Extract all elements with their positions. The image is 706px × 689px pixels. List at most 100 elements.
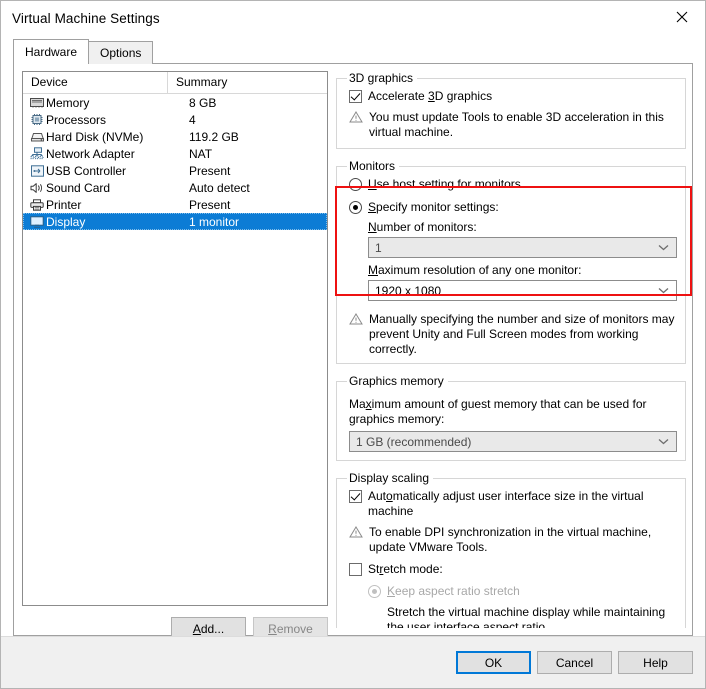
chevron-down-icon	[658, 238, 669, 257]
group-graphics-memory: Graphics memory Maximum amount of guest …	[336, 374, 686, 461]
group-monitors: Monitors Use host setting for monitors S…	[336, 159, 686, 364]
maximum-resolution-value: 1920 x 1080	[375, 283, 442, 298]
number-of-monitors-label: Number of monitors:	[368, 220, 477, 234]
graphics-memory-label: Maximum amount of guest memory that can …	[349, 397, 647, 426]
device-name: Processors	[46, 112, 107, 127]
device-summary: 119.2 GB	[189, 129, 239, 144]
monitors-warning: Manually specifying the number and size …	[349, 312, 677, 357]
warning-icon	[349, 525, 369, 555]
number-of-monitors-dropdown[interactable]: 1	[368, 237, 677, 258]
device-list[interactable]: Device Summary Memory 8 GB Processors 4 …	[22, 71, 328, 606]
chevron-down-icon	[658, 281, 669, 300]
auto-adjust-ui-size-label: Automatically adjust user interface size…	[368, 489, 644, 518]
device-row-usb-controller[interactable]: USB Controller Present	[23, 162, 327, 179]
group-display-scaling: Display scaling Automatically adjust use…	[336, 471, 686, 628]
device-summary: 4	[189, 112, 196, 127]
help-button-label: Help	[643, 655, 668, 670]
device-row-hard-disk[interactable]: Hard Disk (NVMe) 119.2 GB	[23, 128, 327, 145]
tab-options[interactable]: Options	[88, 41, 154, 64]
specify-monitor-settings-radio-row[interactable]: Specify monitor settings:	[349, 200, 677, 215]
device-row-sound-card[interactable]: Sound Card Auto detect	[23, 179, 327, 196]
3d-graphics-warning-text: You must update Tools to enable 3D accel…	[369, 110, 664, 139]
dialog-footer: OK Cancel Help	[1, 636, 705, 688]
stretch-mode-checkbox-row[interactable]: Stretch mode:	[349, 562, 677, 577]
keep-aspect-ratio-label: Keep aspect ratio stretch	[387, 584, 520, 598]
device-summary: Auto detect	[189, 180, 250, 195]
device-summary: NAT	[189, 146, 213, 161]
auto-adjust-ui-size-checkbox[interactable]	[349, 490, 362, 503]
auto-adjust-ui-size-checkbox-row[interactable]: Automatically adjust user interface size…	[349, 489, 677, 519]
device-list-header: Device Summary	[23, 72, 327, 94]
group-3d-graphics: 3D graphics Accelerate 3D graphics You m…	[336, 71, 686, 149]
cancel-button[interactable]: Cancel	[537, 651, 612, 674]
keep-aspect-ratio-radio-row[interactable]: Keep aspect ratio stretch	[368, 584, 677, 599]
group-3d-graphics-legend: 3D graphics	[349, 71, 414, 85]
close-icon[interactable]	[659, 1, 705, 32]
3d-graphics-warning: You must update Tools to enable 3D accel…	[349, 110, 677, 140]
device-row-network-adapter[interactable]: Network Adapter NAT	[23, 145, 327, 162]
graphics-memory-value: 1 GB (recommended)	[356, 434, 472, 449]
hard-disk-icon	[28, 131, 46, 142]
device-name: Hard Disk (NVMe)	[46, 129, 144, 144]
accelerate-3d-graphics-checkbox-row[interactable]: Accelerate 3D graphics	[349, 89, 677, 104]
ok-button[interactable]: OK	[456, 651, 531, 674]
device-name: Memory	[46, 95, 90, 110]
tab-hardware[interactable]: Hardware	[13, 39, 90, 64]
device-row-processors[interactable]: Processors 4	[23, 111, 327, 128]
device-row-printer[interactable]: Printer Present	[23, 196, 327, 213]
monitor-settings-fields: Number of monitors: 1 Maximum resolution…	[368, 220, 677, 301]
keep-aspect-ratio-description: Stretch the virtual machine display whil…	[387, 605, 666, 628]
number-of-monitors-value: 1	[375, 240, 382, 255]
network-adapter-icon	[28, 147, 46, 160]
display-settings-pane: 3D graphics Accelerate 3D graphics You m…	[336, 71, 686, 628]
accelerate-3d-graphics-label: Accelerate 3D graphics	[368, 89, 493, 103]
title-bar: Virtual Machine Settings	[1, 1, 705, 35]
tab-hardware-label: Hardware	[25, 45, 78, 59]
sound-card-icon	[28, 182, 46, 194]
group-display-scaling-legend: Display scaling	[349, 471, 430, 485]
add-button-label-rest: dd...	[200, 621, 225, 636]
column-header-device[interactable]: Device	[23, 72, 168, 93]
device-summary: Present	[189, 163, 231, 178]
printer-icon	[28, 198, 46, 211]
device-name: USB Controller	[46, 163, 127, 178]
memory-icon	[28, 97, 46, 108]
column-header-summary[interactable]: Summary	[168, 72, 327, 93]
help-button[interactable]: Help	[618, 651, 693, 674]
processor-icon	[28, 113, 46, 126]
keep-aspect-ratio-radio[interactable]	[368, 585, 381, 598]
warning-icon	[349, 110, 369, 140]
device-list-pane: Device Summary Memory 8 GB Processors 4 …	[22, 71, 328, 640]
device-name: Printer	[46, 197, 82, 212]
device-summary: 1 monitor	[189, 214, 240, 229]
window-title: Virtual Machine Settings	[12, 10, 160, 26]
use-host-setting-radio[interactable]	[349, 178, 362, 191]
ok-button-label: OK	[484, 655, 503, 670]
use-host-setting-radio-row[interactable]: Use host setting for monitors	[349, 177, 677, 192]
dialog-content: Hardware Options Device Summary Memory 8…	[1, 35, 705, 688]
use-host-setting-label: Use host setting for monitors	[368, 177, 521, 191]
virtual-machine-settings-window: Virtual Machine Settings Hardware Option…	[0, 0, 706, 689]
tab-strip: Hardware Options	[13, 39, 154, 64]
stretch-mode-checkbox[interactable]	[349, 563, 362, 576]
device-summary: 8 GB	[189, 95, 217, 110]
stretch-mode-label: Stretch mode:	[368, 562, 443, 576]
device-row-memory[interactable]: Memory 8 GB	[23, 94, 327, 111]
monitors-warning-text: Manually specifying the number and size …	[369, 312, 675, 356]
maximum-resolution-label: Maximum resolution of any one monitor:	[368, 263, 582, 277]
device-row-display[interactable]: Display 1 monitor	[23, 213, 327, 230]
chevron-down-icon	[658, 432, 669, 451]
maximum-resolution-dropdown[interactable]: 1920 x 1080	[368, 280, 677, 301]
display-scaling-warning-text: To enable DPI synchronization in the vir…	[369, 525, 652, 554]
graphics-memory-dropdown[interactable]: 1 GB (recommended)	[349, 431, 677, 452]
accelerate-3d-graphics-checkbox[interactable]	[349, 90, 362, 103]
warning-icon	[349, 312, 369, 357]
device-summary: Present	[189, 197, 231, 212]
cancel-button-label: Cancel	[555, 655, 594, 670]
display-icon	[28, 215, 46, 228]
tab-options-label: Options	[100, 46, 142, 60]
device-name: Sound Card	[46, 180, 111, 195]
specify-monitor-settings-radio[interactable]	[349, 201, 362, 214]
hardware-tab-page: Device Summary Memory 8 GB Processors 4 …	[13, 63, 693, 640]
group-monitors-legend: Monitors	[349, 159, 396, 173]
